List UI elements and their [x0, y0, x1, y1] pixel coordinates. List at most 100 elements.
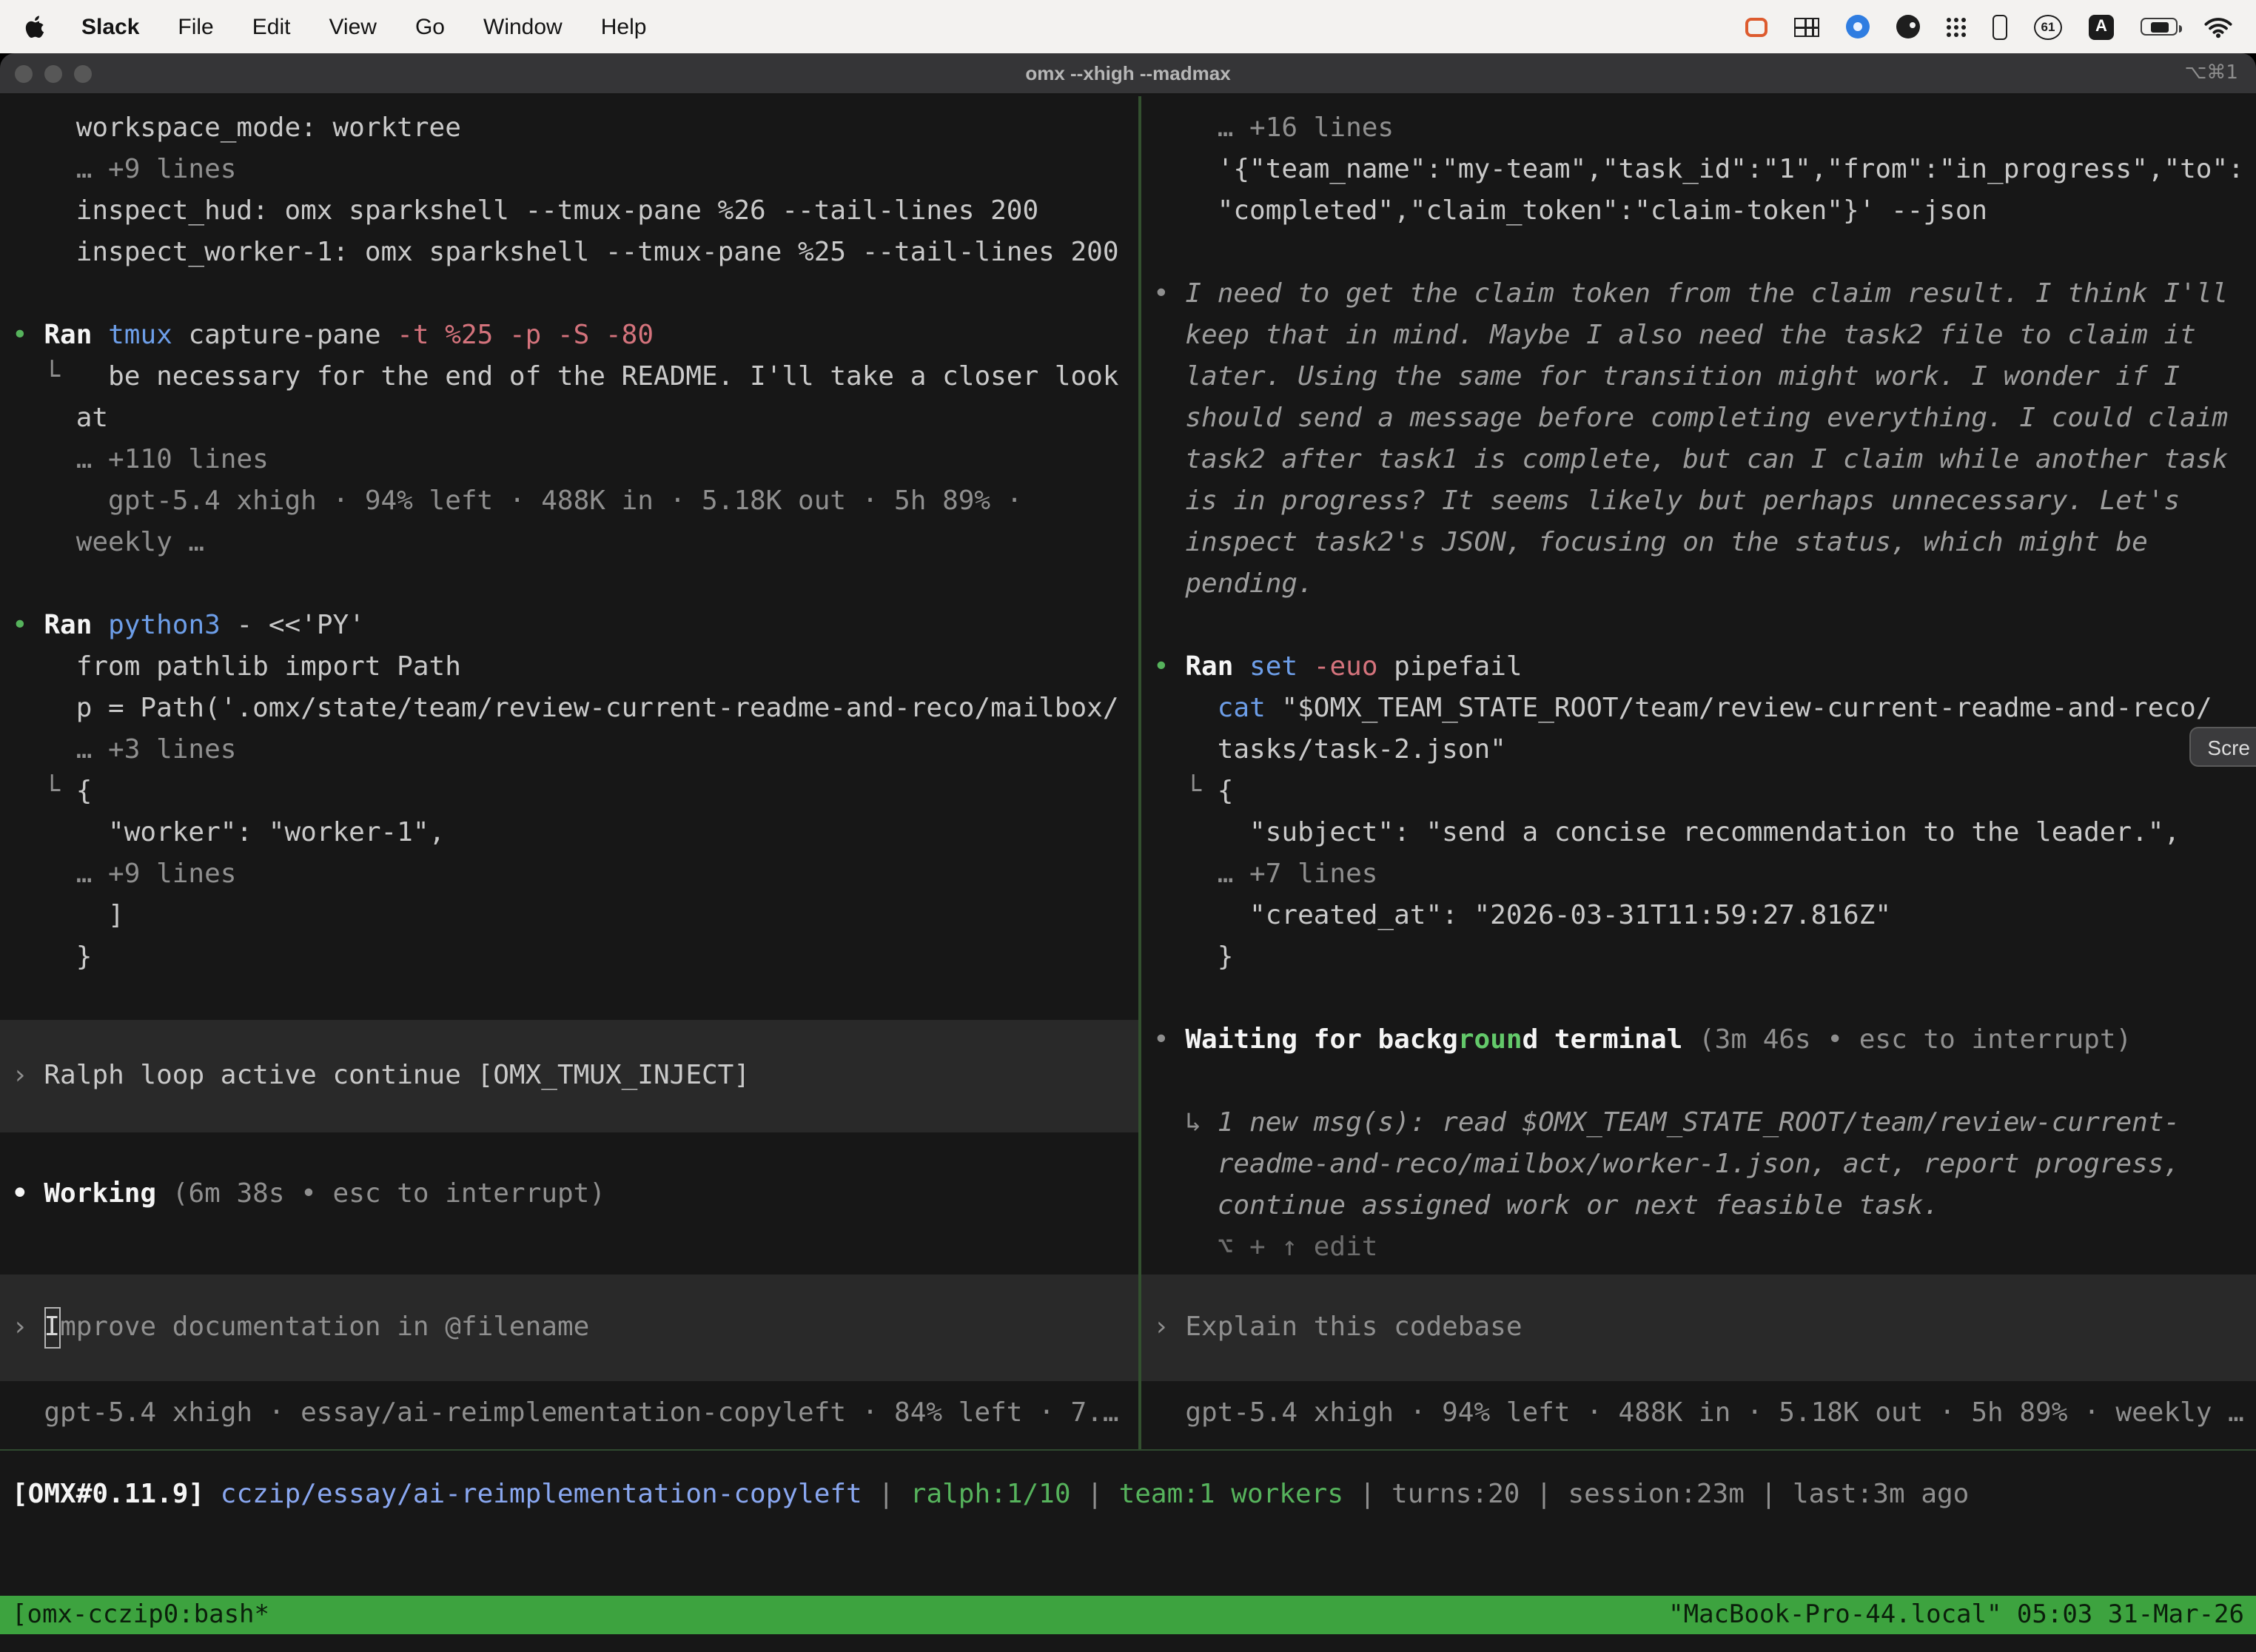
dots-grid-icon[interactable]	[1947, 17, 1966, 36]
text-segment: •	[12, 1178, 44, 1209]
text-segment: "completed","claim_token":"claim-token"}…	[1153, 195, 1987, 226]
percentage-badge-icon[interactable]: 61	[2034, 14, 2062, 39]
close-window-button[interactable]	[15, 64, 33, 82]
terminal-line	[0, 1132, 1138, 1174]
input-source-icon[interactable]: A	[2089, 14, 2114, 39]
inject-banner[interactable]: › Ralph loop active continue [OMX_TMUX_I…	[0, 1020, 1138, 1132]
text-segment: ›	[1153, 1307, 1185, 1349]
terminal-line: └ be necessary for the end of the README…	[0, 357, 1138, 398]
text-segment: ]	[12, 900, 124, 931]
terminal-line: • Ran python3 - <<'PY'	[0, 605, 1138, 647]
menu-go[interactable]: Go	[415, 14, 445, 39]
text-segment: |	[1071, 1479, 1119, 1510]
text-segment: be necessary for the end of the README. …	[108, 361, 1118, 392]
text-segment: from pathlib import Path	[12, 651, 461, 682]
text-segment: keep that in mind. Maybe I also need the…	[1153, 320, 2196, 351]
prompt-input[interactable]: › Improve documentation in @filename	[0, 1275, 1138, 1381]
terminal-line	[1141, 1381, 2256, 1393]
text-segment: Ran	[44, 610, 108, 641]
text-segment: team:1 workers	[1119, 1479, 1343, 1510]
text-segment	[1153, 693, 1218, 724]
text-segment: cczip/essay/ai-reimplementation-copyleft	[221, 1479, 862, 1510]
wifi-icon[interactable]	[2204, 16, 2232, 38]
terminal-line: gpt-5.4 xhigh · essay/ai-reimplementatio…	[0, 1393, 1138, 1434]
dark-app-icon[interactable]	[1896, 15, 1920, 38]
terminal-line: … +7 lines	[1141, 854, 2256, 896]
text-segment: └	[12, 361, 108, 392]
terminal-line: }	[1141, 937, 2256, 978]
text-segment: at	[12, 403, 108, 434]
menu-app-name[interactable]: Slack	[81, 14, 139, 39]
terminal-line	[1141, 605, 2256, 647]
spreadsheet-grid-icon[interactable]	[1794, 17, 1819, 36]
terminal-line: … +9 lines	[0, 854, 1138, 896]
text-segment: -euo	[1297, 651, 1377, 682]
edge-tooltip: Scre	[2189, 727, 2256, 767]
menu-window[interactable]: Window	[483, 14, 563, 39]
phone-mirroring-icon[interactable]	[1993, 14, 2007, 39]
minimize-window-button[interactable]	[44, 64, 62, 82]
text-segment: cat	[1218, 693, 1266, 724]
text-segment: I need to get the claim token from the c…	[1185, 278, 2228, 309]
terminal-line	[0, 1215, 1138, 1275]
text-segment: Working	[44, 1178, 172, 1209]
text-segment: •	[12, 610, 44, 641]
tmux-session-label: [omx-cczip0:bash*	[12, 1600, 269, 1630]
text-segment: mprove documentation in @filename	[60, 1307, 589, 1349]
menu-bar-status-icons: 61 A	[1745, 14, 2232, 39]
blue-app-icon[interactable]	[1846, 15, 1870, 38]
terminal-line: inspect_hud: omx sparkshell --tmux-pane …	[0, 191, 1138, 232]
terminal-line	[1141, 232, 2256, 274]
window-title: omx --xhigh --madmax	[1025, 62, 1230, 84]
text-segment: roun	[1458, 1024, 1523, 1055]
prompt-suggestion[interactable]: › Explain this codebase	[1141, 1275, 2256, 1381]
text-segment: '{"team_name":"my-team","task_id":"1","f…	[1153, 154, 2244, 185]
terminal-line: pending.	[1141, 564, 2256, 605]
text-segment: |	[1520, 1479, 1568, 1510]
menu-view[interactable]: View	[329, 14, 377, 39]
window-title-bar[interactable]: omx --xhigh --madmax ⌥⌘1	[0, 53, 2256, 95]
text-segment: … +110 lines	[12, 444, 269, 475]
text-segment: "worker": "worker-1",	[12, 817, 445, 848]
text-segment: readme-and-reco/mailbox/worker-1.json, a…	[1153, 1149, 2180, 1180]
terminal-line	[1141, 1061, 2256, 1103]
text-segment: •	[1153, 278, 1185, 309]
menu-edit[interactable]: Edit	[252, 14, 291, 39]
left-terminal-pane[interactable]: workspace_mode: worktree … +9 lines insp…	[0, 96, 1138, 1449]
battery-icon[interactable]	[2141, 18, 2178, 36]
text-segment: -t %25 -p -S -80	[397, 320, 654, 351]
menu-file[interactable]: File	[178, 14, 213, 39]
menu-help[interactable]: Help	[601, 14, 647, 39]
terminal-line: inspect task2's JSON, focusing on the st…	[1141, 523, 2256, 564]
text-segment: is in progress? It seems likely but perh…	[1153, 486, 2180, 517]
text-segment: (6m 38s • esc to interrupt)	[172, 1178, 605, 1209]
text-segment: task2 after task1 is complete, but can I…	[1153, 444, 2228, 475]
text-segment: ›	[12, 1055, 44, 1097]
apple-menu-icon[interactable]	[24, 12, 49, 41]
terminal-line: '{"team_name":"my-team","task_id":"1","f…	[1141, 150, 2256, 191]
text-segment: ↳	[1153, 1107, 1218, 1138]
text-segment: tmux	[108, 320, 172, 351]
text-segment: inspect_hud: omx sparkshell --tmux-pane …	[12, 195, 1038, 226]
right-terminal-pane[interactable]: … +16 lines '{"team_name":"my-team","tas…	[1141, 96, 2256, 1449]
zoom-window-button[interactable]	[74, 64, 92, 82]
text-segment: capture-pane	[172, 320, 397, 351]
text-segment: - <<'PY'	[221, 610, 365, 641]
tmux-host-clock-label: "MacBook-Pro-44.local" 05:03 31-Mar-26	[1668, 1600, 2244, 1630]
text-segment: inspect_worker-1: omx sparkshell --tmux-…	[12, 237, 1119, 268]
text-segment: 1 new msg(s): read $OMX_TEAM_STATE_ROOT/…	[1218, 1107, 2180, 1138]
terminal-line: … +3 lines	[0, 730, 1138, 771]
text-segment: … +3 lines	[12, 734, 236, 765]
text-segment: {	[1218, 776, 1234, 807]
text-segment: Waiting for backg	[1185, 1024, 1457, 1055]
screen-recording-indicator-icon[interactable]	[1745, 17, 1767, 36]
terminal-line: continue assigned work or next feasible …	[1141, 1186, 2256, 1227]
terminal-line: "worker": "worker-1",	[0, 813, 1138, 854]
terminal-line	[0, 564, 1138, 605]
text-segment: }	[1153, 941, 1233, 973]
text-segment: •	[12, 320, 44, 351]
terminal-line: • Working (6m 38s • esc to interrupt)	[0, 1174, 1138, 1215]
text-segment: ⌥ + ↑ edit	[1153, 1232, 1377, 1263]
terminal-line: tasks/task-2.json"	[1141, 730, 2256, 771]
terminal-line: ↳ 1 new msg(s): read $OMX_TEAM_STATE_ROO…	[1141, 1103, 2256, 1144]
